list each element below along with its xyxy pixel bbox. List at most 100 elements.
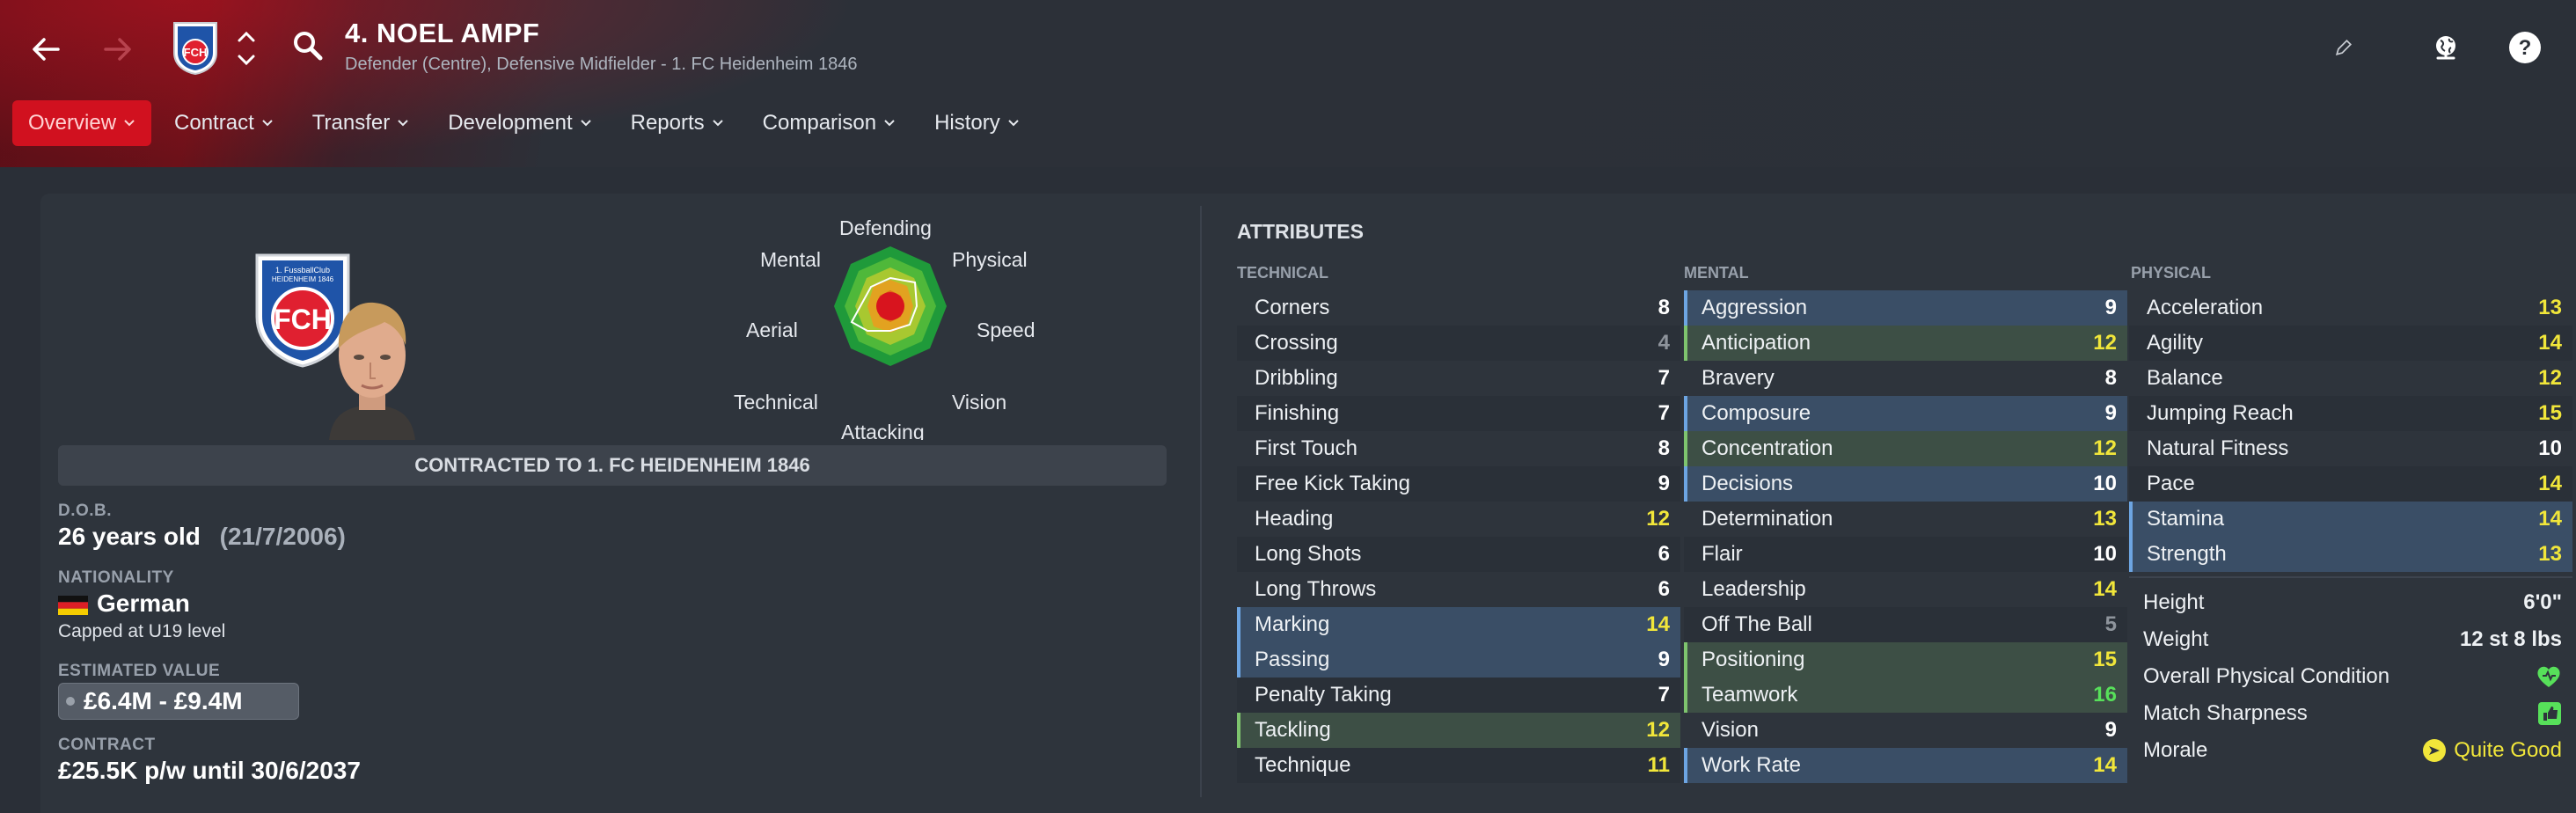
tab-label: Transfer — [311, 111, 391, 135]
attribute-value: 13 — [2093, 507, 2117, 531]
attribute-value: 9 — [2104, 718, 2117, 742]
attribute-row-dribbling[interactable]: Dribbling 7 — [1237, 361, 1680, 396]
player-name: 4. NOEL AMPF — [345, 18, 540, 48]
attribute-row-teamwork[interactable]: Teamwork 16 — [1684, 678, 2127, 713]
radar-label-physical: Physical — [952, 248, 1028, 271]
attribute-name: Pace — [2147, 472, 2195, 495]
contract-value[interactable]: £25.5K p/w until 30/6/2037 — [58, 757, 361, 785]
attribute-row-acceleration[interactable]: Acceleration 13 — [2129, 290, 2572, 326]
germany-flag-icon — [58, 595, 88, 615]
pencil-icon — [2335, 39, 2353, 56]
attribute-name: Composure — [1701, 401, 1811, 425]
attribute-value: 13 — [2538, 296, 2562, 319]
tab-development[interactable]: Development — [432, 100, 607, 146]
attribute-row-crossing[interactable]: Crossing 4 — [1237, 326, 1680, 361]
attribute-row-aggression[interactable]: Aggression 9 — [1684, 290, 2127, 326]
player-switch-arrows[interactable] — [234, 26, 259, 70]
tab-contract[interactable]: Contract — [158, 100, 289, 146]
attribute-name: Tackling — [1255, 718, 1331, 742]
edit-button[interactable] — [2323, 26, 2365, 69]
attribute-row-finishing[interactable]: Finishing 7 — [1237, 396, 1680, 431]
attribute-row-positioning[interactable]: Positioning 15 — [1684, 642, 2127, 678]
mental-attributes: Aggression 9 Anticipation 12 Bravery 8 Composu… — [1684, 290, 2127, 783]
arrow-right-icon — [104, 38, 131, 61]
attribute-row-long-shots[interactable]: Long Shots 6 — [1237, 537, 1680, 572]
weight-value: 12 st 8 lbs — [2459, 627, 2562, 651]
attribute-value: 7 — [1658, 366, 1670, 390]
height-label: Height — [2143, 590, 2205, 614]
attribute-row-jumping-reach[interactable]: Jumping Reach 15 — [2129, 396, 2572, 431]
nationality-value[interactable]: German — [58, 590, 190, 618]
nationality-text: German — [97, 590, 190, 617]
attribute-name: Natural Fitness — [2147, 436, 2289, 460]
sharpness-row[interactable]: Match Sharpness — [2129, 695, 2572, 732]
attribute-row-leadership[interactable]: Leadership 14 — [1684, 572, 2127, 607]
svg-text:?: ? — [2519, 36, 2532, 60]
dob-label: D.O.B. — [58, 502, 113, 520]
tab-label: Contract — [174, 111, 254, 135]
physical-details: Height 6'0" Weight 12 st 8 lbs Overall P… — [2129, 584, 2572, 769]
estimated-value[interactable]: £6.4M - £9.4M — [58, 683, 299, 720]
attribute-row-work-rate[interactable]: Work Rate 14 — [1684, 748, 2127, 783]
attribute-name: Penalty Taking — [1255, 683, 1392, 707]
attribute-row-tackling[interactable]: Tackling 12 — [1237, 713, 1680, 748]
morale-text: Quite Good — [2454, 738, 2562, 762]
attribute-row-bravery[interactable]: Bravery 8 — [1684, 361, 2127, 396]
attribute-name: Aggression — [1701, 296, 1808, 319]
attribute-row-concentration[interactable]: Concentration 12 — [1684, 431, 2127, 466]
globe-button[interactable] — [2425, 26, 2467, 69]
back-button[interactable] — [19, 23, 72, 76]
attribute-row-decisions[interactable]: Decisions 10 — [1684, 466, 2127, 502]
value-indicator-icon — [66, 697, 75, 706]
attribute-name: Crossing — [1255, 331, 1338, 355]
attribute-name: Determination — [1701, 507, 1833, 531]
estimated-value-text: £6.4M - £9.4M — [84, 687, 243, 714]
chevron-down-icon — [580, 120, 591, 127]
tab-history[interactable]: History — [918, 100, 1036, 146]
attribute-row-free-kick-taking[interactable]: Free Kick Taking 9 — [1237, 466, 1680, 502]
tab-reports[interactable]: Reports — [615, 100, 740, 146]
tab-transfer[interactable]: Transfer — [296, 100, 425, 146]
attribute-row-stamina[interactable]: Stamina 14 — [2129, 502, 2572, 537]
morale-row[interactable]: Morale Quite Good — [2129, 732, 2572, 769]
condition-row[interactable]: Overall Physical Condition — [2129, 658, 2572, 695]
attribute-name: Flair — [1701, 542, 1743, 566]
forward-button[interactable] — [91, 23, 144, 76]
physical-separator — [2129, 576, 2572, 578]
attribute-row-off-the-ball[interactable]: Off The Ball 5 — [1684, 607, 2127, 642]
player-face — [322, 290, 422, 440]
contract-banner: CONTRACTED TO 1. FC HEIDENHEIM 1846 — [58, 445, 1167, 486]
attribute-row-marking[interactable]: Marking 14 — [1237, 607, 1680, 642]
attribute-row-heading[interactable]: Heading 12 — [1237, 502, 1680, 537]
attribute-row-first-touch[interactable]: First Touch 8 — [1237, 431, 1680, 466]
club-crest-small[interactable]: FCH — [171, 19, 220, 76]
help-button[interactable]: ? — [2504, 26, 2546, 69]
attribute-row-strength[interactable]: Strength 13 — [2129, 537, 2572, 572]
player-subtitle: Defender (Centre), Defensive Midfielder … — [345, 55, 858, 74]
caps-text: Capped at U19 level — [58, 621, 226, 641]
attribute-row-penalty-taking[interactable]: Penalty Taking 7 — [1237, 678, 1680, 713]
attribute-row-corners[interactable]: Corners 8 — [1237, 290, 1680, 326]
radar-label-aerial: Aerial — [746, 319, 798, 341]
attribute-row-technique[interactable]: Technique 11 — [1237, 748, 1680, 783]
attribute-row-composure[interactable]: Composure 9 — [1684, 396, 2127, 431]
search-button[interactable] — [290, 28, 326, 63]
attribute-row-vision[interactable]: Vision 9 — [1684, 713, 2127, 748]
arrow-left-icon — [33, 38, 60, 61]
attribute-name: Concentration — [1701, 436, 1833, 460]
technical-attributes: Corners 8 Crossing 4 Dribbling 7 Finishing 7 Fir… — [1237, 290, 1680, 783]
tab-overview[interactable]: Overview — [12, 100, 152, 146]
physical-title: PHYSICAL — [2131, 264, 2212, 282]
attribute-row-anticipation[interactable]: Anticipation 12 — [1684, 326, 2127, 361]
attribute-row-passing[interactable]: Passing 9 — [1237, 642, 1680, 678]
attribute-row-balance[interactable]: Balance 12 — [2129, 361, 2572, 396]
attribute-row-pace[interactable]: Pace 14 — [2129, 466, 2572, 502]
attribute-value: 9 — [1658, 472, 1670, 495]
attribute-row-agility[interactable]: Agility 14 — [2129, 326, 2572, 361]
attribute-name: First Touch — [1255, 436, 1358, 460]
attribute-row-long-throws[interactable]: Long Throws 6 — [1237, 572, 1680, 607]
attribute-row-natural-fitness[interactable]: Natural Fitness 10 — [2129, 431, 2572, 466]
attribute-row-determination[interactable]: Determination 13 — [1684, 502, 2127, 537]
attribute-row-flair[interactable]: Flair 10 — [1684, 537, 2127, 572]
tab-comparison[interactable]: Comparison — [747, 100, 911, 146]
